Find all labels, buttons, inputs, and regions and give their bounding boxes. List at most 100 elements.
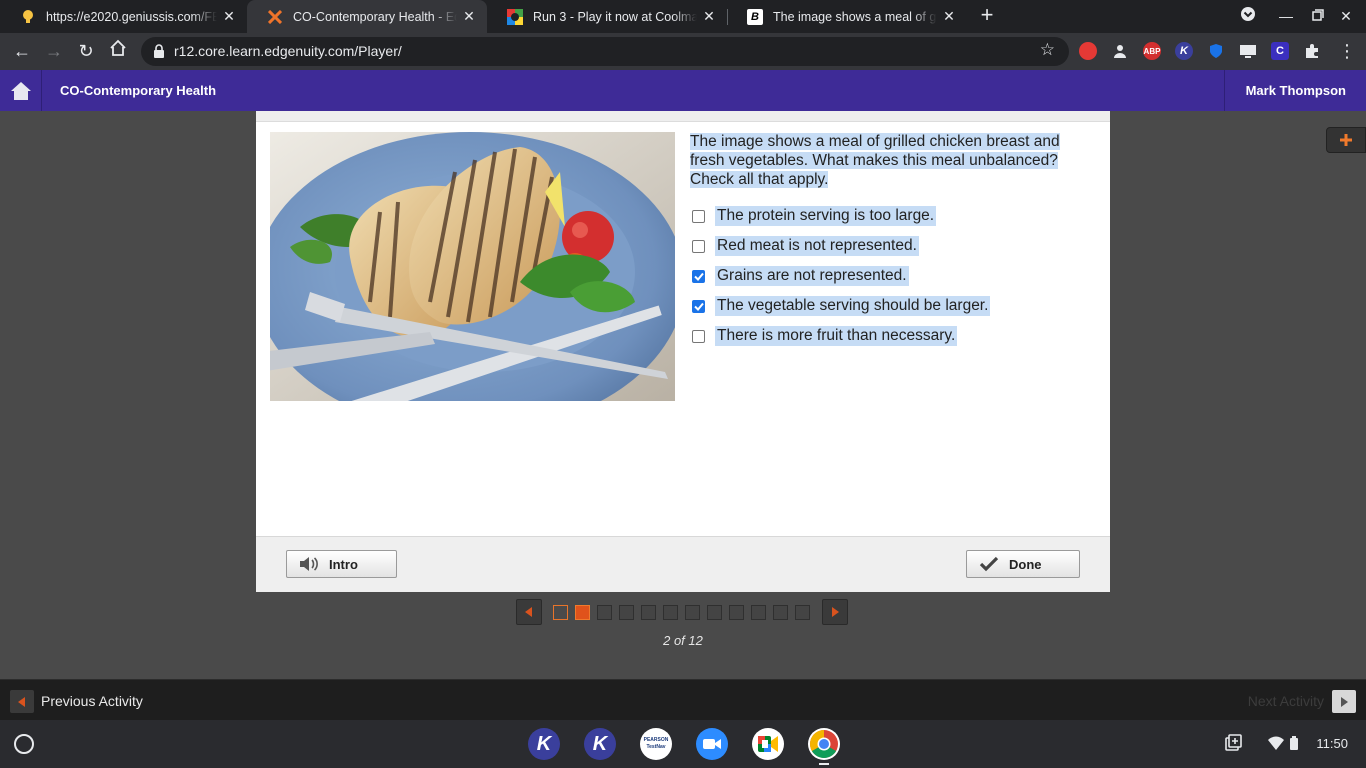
tab-search-icon[interactable]: [1238, 6, 1258, 26]
restore-icon[interactable]: [1308, 6, 1328, 26]
os-shelf: K K PEARSON TestNav 11:50: [0, 720, 1366, 768]
puzzle-extensions-icon[interactable]: [1303, 42, 1321, 60]
intro-button[interactable]: Intro: [286, 550, 397, 578]
pager-dot[interactable]: [729, 605, 744, 620]
tab-title: https://e2020.geniussis.com/FE: [46, 9, 217, 24]
pager-dot[interactable]: [619, 605, 634, 620]
done-button[interactable]: Done: [966, 550, 1080, 578]
close-icon[interactable]: ✕: [457, 8, 481, 25]
pager-next-button[interactable]: [822, 599, 848, 625]
clipboard-icon[interactable]: [1224, 734, 1242, 757]
question-prompt: The image shows a meal of grilled chicke…: [690, 132, 1090, 189]
browser-tab-active[interactable]: CO-Contemporary Health - Edgenuity ✕: [247, 0, 487, 33]
checkmark-icon: [693, 272, 704, 281]
edgenuity-logo-icon: [267, 9, 283, 25]
zoom-icon[interactable]: [696, 728, 728, 760]
answer-label: There is more fruit than necessary.: [715, 326, 958, 346]
done-label: Done: [1009, 556, 1042, 572]
answer-choice[interactable]: The protein serving is too large.: [692, 205, 937, 227]
minimize-icon[interactable]: —: [1276, 6, 1296, 26]
answer-choice[interactable]: There is more fruit than necessary.: [692, 325, 958, 347]
home-button[interactable]: [0, 70, 42, 111]
previous-activity-button[interactable]: [10, 690, 34, 713]
question-panel: The image shows a meal of grilled chicke…: [256, 111, 1110, 592]
chrome-icon[interactable]: [808, 728, 840, 760]
speaker-icon: [299, 556, 319, 572]
intro-label: Intro: [329, 556, 358, 572]
new-tab-button[interactable]: +: [975, 4, 999, 28]
close-window-icon[interactable]: ✕: [1336, 6, 1356, 26]
status-tray[interactable]: 11:50: [1216, 720, 1366, 768]
google-meet-icon[interactable]: [752, 728, 784, 760]
answer-checkbox[interactable]: [692, 239, 705, 253]
kami-extension-icon[interactable]: K: [1175, 42, 1193, 60]
screencastify-extension-icon[interactable]: [1079, 42, 1097, 60]
pager-dot[interactable]: [751, 605, 766, 620]
pearson-testnav-icon[interactable]: PEARSON TestNav: [640, 728, 672, 760]
answer-checkbox-checked[interactable]: [692, 299, 705, 313]
browser-toolbar: ← → ↻ r12.core.learn.edgenuity.com/Playe…: [0, 33, 1366, 70]
activity-navigation-bar: Previous Activity Next Activity: [0, 679, 1366, 720]
close-icon[interactable]: ✕: [697, 8, 721, 25]
tools-plus-button[interactable]: [1326, 127, 1366, 153]
user-name[interactable]: Mark Thompson: [1224, 70, 1366, 111]
caret-left-icon: [525, 607, 532, 617]
browser-tab[interactable]: Run 3 - Play it now at Coolmath ✕: [487, 0, 727, 33]
people-extension-icon[interactable]: [1111, 42, 1129, 60]
answer-label: The protein serving is too large.: [715, 206, 937, 226]
course-title: CO-Contemporary Health: [60, 83, 217, 98]
next-activity-button[interactable]: [1332, 690, 1356, 713]
home-icon: [10, 81, 31, 100]
pearson-testnav-line1: PEARSON: [643, 737, 669, 743]
pager-dot[interactable]: [597, 605, 612, 620]
address-bar[interactable]: r12.core.learn.edgenuity.com/Player/ ☆: [141, 37, 1069, 66]
answer-checkbox-checked[interactable]: [692, 269, 705, 283]
c-extension-icon[interactable]: C: [1271, 42, 1289, 60]
answer-choice[interactable]: The vegetable serving should be larger.: [692, 295, 991, 317]
bookmark-star-icon[interactable]: ☆: [1040, 40, 1055, 60]
close-icon[interactable]: ✕: [217, 8, 241, 25]
cast-extension-icon[interactable]: [1239, 42, 1257, 60]
menu-kebab-icon[interactable]: ⋮: [1335, 39, 1359, 63]
browser-tab[interactable]: https://e2020.geniussis.com/FE ✕: [0, 0, 247, 33]
answer-choice[interactable]: Red meat is not represented.: [692, 235, 919, 257]
back-arrow-icon[interactable]: ←: [10, 39, 34, 63]
shield-extension-icon[interactable]: [1207, 42, 1225, 60]
answer-label: The vegetable serving should be larger.: [715, 296, 991, 316]
answer-checkbox[interactable]: [692, 329, 705, 343]
browser-tab[interactable]: B The image shows a meal of grilled ✕: [727, 0, 967, 33]
launcher-icon[interactable]: [14, 734, 34, 754]
pager-dot[interactable]: [663, 605, 678, 620]
pager-dot[interactable]: [773, 605, 788, 620]
lightbulb-icon: [20, 9, 36, 25]
pager-dot[interactable]: [707, 605, 722, 620]
kami-icon[interactable]: K: [528, 728, 560, 760]
tab-title: Run 3 - Play it now at Coolmath: [533, 9, 697, 24]
close-icon[interactable]: ✕: [937, 8, 961, 25]
pager-dot-current[interactable]: [575, 605, 590, 620]
answer-checkbox[interactable]: [692, 209, 705, 223]
pearson-testnav-line2: TestNav: [646, 744, 666, 750]
pager-dot[interactable]: [553, 605, 568, 620]
home-icon[interactable]: [106, 39, 130, 63]
pager-previous-button[interactable]: [516, 599, 542, 625]
caret-left-icon: [18, 696, 25, 707]
kami-icon[interactable]: K: [584, 728, 616, 760]
answer-label: Grains are not represented.: [715, 266, 909, 286]
reload-icon[interactable]: ↻: [74, 39, 98, 63]
adblock-plus-icon[interactable]: ABP: [1143, 42, 1161, 60]
url-text: r12.core.learn.edgenuity.com/Player/: [174, 43, 402, 59]
answer-choice[interactable]: Grains are not represented.: [692, 265, 909, 287]
player-stage: The image shows a meal of grilled chicke…: [0, 111, 1366, 679]
browser-tab-strip: https://e2020.geniussis.com/FE ✕ CO-Cont…: [0, 0, 1366, 33]
previous-activity-label[interactable]: Previous Activity: [41, 693, 143, 709]
clock-time: 11:50: [1316, 736, 1348, 751]
pager-dot[interactable]: [641, 605, 656, 620]
pager-dot[interactable]: [685, 605, 700, 620]
plus-icon: [1340, 134, 1352, 146]
next-activity-label: Next Activity: [1247, 693, 1324, 709]
forward-arrow-icon[interactable]: →: [42, 39, 66, 63]
panel-footer: Intro Done: [256, 536, 1110, 592]
pager-count-label: 2 of 12: [663, 633, 703, 648]
pager-dot[interactable]: [795, 605, 810, 620]
